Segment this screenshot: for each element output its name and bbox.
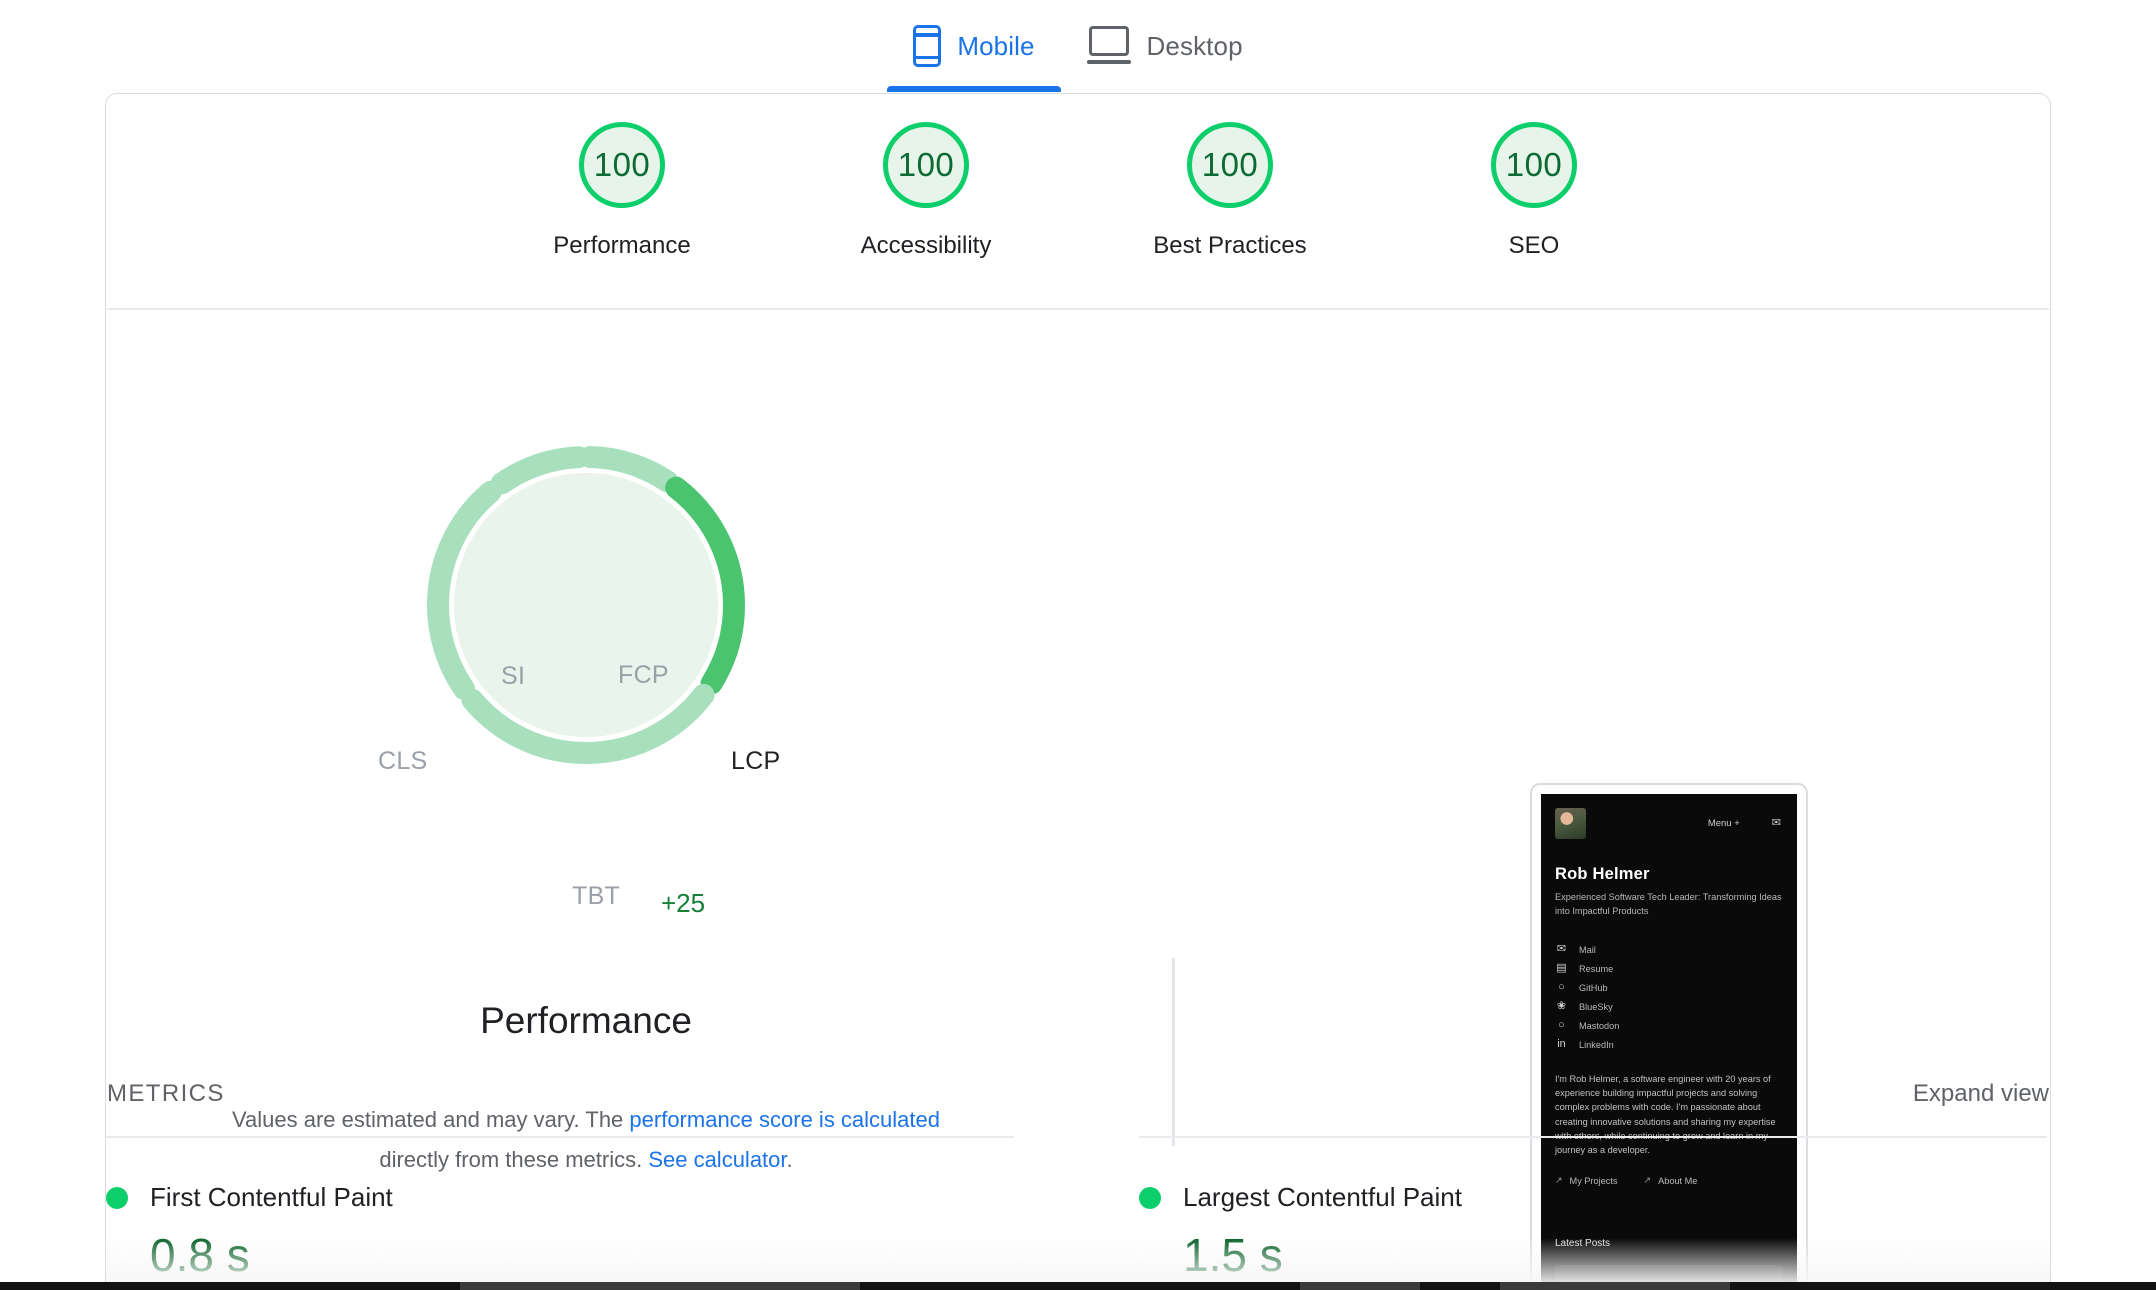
gauge-seo-score: 100	[1505, 146, 1563, 183]
tab-desktop-label: Desktop	[1146, 30, 1243, 61]
performance-donut-svg	[427, 446, 745, 764]
metric-label: First Contentful Paint	[150, 1182, 393, 1212]
tab-desktop[interactable]: Desktop	[1061, 0, 1269, 92]
thumbnail-link-list: ✉ Mail ▤ Resume ○ GitHub ❀ BlueSky ○ Mas…	[1555, 940, 1797, 1054]
thumbnail-topbar: Menu + ✉	[1541, 794, 1797, 839]
list-item: ○ Mastodon	[1555, 1016, 1797, 1035]
gauge-seo[interactable]: 100 SEO	[1444, 122, 1624, 260]
thumbnail-menu-label: Menu +	[1707, 818, 1740, 829]
metric-header-row: First Contentful Paint	[106, 1182, 393, 1213]
gauge-performance-label: Performance	[553, 232, 691, 259]
mastodon-icon: ○	[1558, 1019, 1565, 1031]
category-scores: 100 Performance 100 Accessibility 100 Be…	[106, 122, 2050, 260]
metrics-section-title: METRICS	[107, 1080, 225, 1107]
tab-mobile-label: Mobile	[957, 30, 1035, 61]
metric-first-contentful-paint[interactable]: First Contentful Paint 0.8 s	[106, 1136, 1077, 1290]
pagespeed-report-page: Mobile Desktop 100 Performance 100 Acces…	[0, 0, 2156, 1290]
list-item: ❀ BlueSky	[1555, 997, 1797, 1016]
status-badge	[1139, 1186, 1161, 1209]
gauge-accessibility-label: Accessibility	[860, 232, 992, 259]
gauge-performance[interactable]: 100 Performance	[532, 122, 712, 260]
expand-view-button[interactable]: Expand view	[1913, 1080, 2049, 1108]
desktop-icon-base	[1086, 60, 1131, 64]
donut-label-lcp[interactable]: LCP	[731, 747, 781, 776]
window-bottom-highlight	[460, 1282, 860, 1290]
gauge-best-practices-ring: 100	[1187, 122, 1273, 208]
metrics-grid: First Contentful Paint 0.8 s Largest Con…	[106, 1136, 2048, 1290]
metric-divider	[1139, 1136, 2047, 1138]
gauge-accessibility-ring: 100	[883, 122, 969, 208]
performance-detail: SI FCP CLS LCP TBT +25 Performance Value…	[106, 310, 2050, 1290]
metric-largest-contentful-paint[interactable]: Largest Contentful Paint 1.5 s	[1077, 1136, 2048, 1290]
list-item: ○ GitHub	[1555, 978, 1797, 997]
gauge-seo-ring: 100	[1491, 122, 1577, 208]
metrics-header: METRICS Expand view	[107, 1068, 2049, 1140]
list-item: ✉ Mail	[1555, 940, 1797, 959]
gauge-best-practices-label: Best Practices	[1153, 232, 1307, 259]
gauge-accessibility-score: 100	[897, 146, 955, 183]
performance-donut-title: Performance	[480, 1000, 692, 1041]
window-bottom-highlight	[1500, 1282, 1730, 1290]
form-factor-tabs: Mobile Desktop	[0, 0, 2156, 92]
thumbnail-link-label: GitHub	[1579, 982, 1608, 993]
gauge-best-practices-score: 100	[1201, 146, 1259, 183]
donut-label-cls[interactable]: CLS	[378, 747, 428, 776]
performance-donut-chart: SI FCP CLS LCP TBT +25 Performance Value…	[106, 310, 1066, 1172]
thumbnail-link-label: Resume	[1579, 963, 1614, 974]
thumbnail-link-label: BlueSky	[1579, 1001, 1613, 1012]
mail-icon: ✉	[1771, 817, 1781, 829]
gauge-performance-ring: 100	[579, 122, 665, 208]
thumbnail-menu-group: Menu + ✉	[1707, 817, 1781, 830]
donut-delta-value: +25	[661, 888, 706, 918]
gauge-best-practices[interactable]: 100 Best Practices	[1140, 122, 1320, 260]
thumbnail-name: Rob Helmer	[1555, 865, 1650, 883]
linkedin-icon: in	[1557, 1038, 1566, 1050]
resume-icon: ▤	[1556, 962, 1567, 974]
desktop-icon	[1086, 26, 1131, 66]
donut-label-si[interactable]: SI	[501, 662, 525, 691]
gauge-seo-label: SEO	[1508, 232, 1560, 259]
metric-divider	[106, 1136, 1014, 1138]
metric-value: 1.5 s	[1183, 1229, 1283, 1281]
metric-header-row: Largest Contentful Paint	[1139, 1182, 1462, 1213]
github-icon: ○	[1558, 981, 1565, 993]
thumbnail-tagline: Experienced Software Tech Leader: Transf…	[1555, 892, 1782, 916]
status-badge	[106, 1186, 128, 1209]
thumbnail-link-label: Mastodon	[1579, 1020, 1620, 1031]
mail-icon: ✉	[1556, 943, 1567, 955]
metric-label: Largest Contentful Paint	[1183, 1182, 1462, 1212]
list-item: ▤ Resume	[1555, 959, 1797, 978]
desktop-icon-screen	[1088, 26, 1129, 56]
avatar	[1555, 808, 1586, 839]
window-bottom-highlight	[1300, 1282, 1420, 1290]
donut-inner-fill	[454, 473, 718, 737]
donut-label-tbt[interactable]: TBT	[572, 882, 620, 911]
window-bottom-edge	[0, 1282, 2156, 1290]
report-card: 100 Performance 100 Accessibility 100 Be…	[105, 93, 2051, 1290]
donut-label-fcp[interactable]: FCP	[618, 661, 669, 690]
bluesky-icon: ❀	[1556, 1000, 1567, 1012]
metric-value: 0.8 s	[150, 1229, 250, 1281]
gauge-performance-score: 100	[593, 146, 651, 183]
tab-mobile[interactable]: Mobile	[887, 0, 1061, 92]
list-item: in LinkedIn	[1555, 1035, 1797, 1054]
thumbnail-link-label: Mail	[1579, 944, 1596, 955]
thumbnail-link-label: LinkedIn	[1579, 1039, 1614, 1050]
gauge-accessibility[interactable]: 100 Accessibility	[836, 122, 1016, 260]
tab-active-underline	[887, 86, 1061, 92]
mobile-icon	[913, 25, 942, 67]
